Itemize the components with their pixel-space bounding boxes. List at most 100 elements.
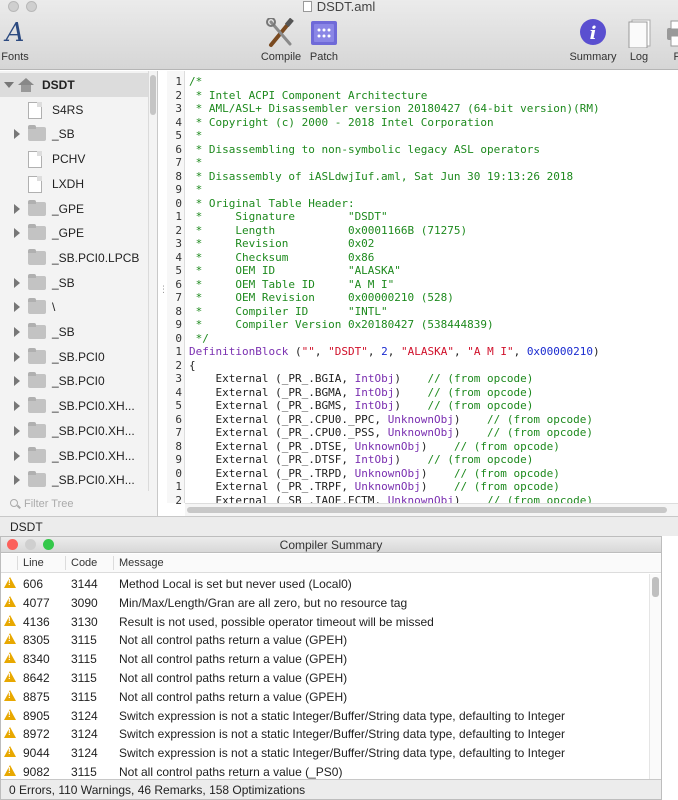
sidebar-item[interactable]: _SB [0,271,148,295]
summary-label: Summary [569,51,617,63]
disclosure-right-icon[interactable] [14,401,20,412]
search-icon [10,499,18,507]
summary-row[interactable]: 9044 3124 Switch expression is not a stati… [1,743,649,762]
summary-row[interactable]: 8642 3115 Not all control paths return a v… [1,668,649,687]
sidebar-item[interactable]: _SB.PCI0 [0,345,148,369]
sidebar-item-label: LXDH [52,176,85,191]
code-token: 0x00000210 [526,345,594,358]
summary-row[interactable]: 8905 3124 Switch expression is not a stati… [1,706,649,725]
code-editor[interactable]: 12345678901234567890123456789012 /* * In… [167,71,678,516]
summary-row[interactable]: 8340 3115 Not all control paths return a v… [1,649,649,668]
line-number-gutter: 12345678901234567890123456789012 [167,71,185,507]
column-divider[interactable] [65,556,66,570]
disclosure-right-icon[interactable] [14,376,20,387]
folder-icon [28,224,46,241]
code-line: */ [189,332,209,346]
summary-row[interactable]: 9082 3115 Not all control paths return a v… [1,762,649,779]
column-divider[interactable] [113,556,114,570]
summary-scroll-thumb[interactable] [652,577,659,597]
code-token: External (_PR_.CPU0._PSS, [189,426,388,439]
log-button[interactable]: Log [624,18,654,63]
summary-row[interactable]: 606 3144 Method Local is set but never use… [1,574,649,593]
filter-tree-field[interactable]: Filter Tree [10,498,146,512]
code-text-area[interactable]: /* * Intel ACPI Component Architecture *… [189,71,678,503]
sidebar-item-label: _SB.PCI0.XH... [52,399,135,414]
print-button[interactable]: Pr [664,18,678,63]
sidebar-item[interactable]: _SB.PCI0 [0,369,148,393]
sidebar-item[interactable]: _SB.PCI0.XH... [0,444,148,468]
disclosure-right-icon[interactable] [14,327,20,337]
sidebar-item[interactable]: _GPE [0,221,148,245]
sidebar-item[interactable]: \ [0,295,148,319]
disclosure-right-icon[interactable] [14,425,20,436]
disclosure-right-icon[interactable] [14,203,20,214]
disclosure-right-icon[interactable] [14,277,20,288]
summary-row[interactable]: 4077 3090 Min/Max/Length/Gran are all zero… [1,593,649,612]
summary-button[interactable]: i Summary [566,18,620,63]
sidebar-scrollbar[interactable] [148,71,157,491]
sidebar-scroll-thumb[interactable] [150,75,156,115]
warning-icon [4,727,16,739]
summary-row[interactable]: 8305 3115 Not all control paths return a v… [1,630,649,649]
sidebar-item[interactable]: _SB.PCI0.XH... [0,394,148,418]
code-line: External (_PR_.TRPF, UnknownObj) // (fro… [189,480,559,494]
disclosure-right-icon[interactable] [14,228,20,239]
sidebar-item[interactable]: _SB [0,320,148,344]
printer-icon [664,18,678,48]
summary-cell-code: 3090 [71,595,98,610]
sidebar-item[interactable]: _SB.PCI0.XH... [0,468,148,491]
summary-cell-message: Min/Max/Length/Gran are all zero, but no… [119,595,408,610]
column-divider[interactable] [17,556,18,570]
code-token: * Original Table Header: [189,196,355,210]
code-line: External (_PR_.DTSE, UnknownObj) // (fro… [189,440,559,454]
patch-button[interactable]: Patch [306,18,342,63]
sidebar-item[interactable]: DSDT [0,73,148,97]
fonts-button[interactable]: A Fonts [0,18,30,63]
line-number: 6 [175,412,182,426]
summary-cell-line: 8305 [23,633,50,648]
document-icon [28,101,42,119]
disclosure-right-icon[interactable] [14,475,20,486]
summary-cell-code: 3115 [71,765,97,779]
code-line: * AML/ASL+ Disassembler version 20180427… [189,102,600,116]
sidebar-item-label: _GPE [52,201,85,216]
code-token: , [513,345,527,358]
sidebar-item[interactable]: LXDH [0,172,148,196]
editor-scroll-thumb[interactable] [187,507,667,513]
code-line: /* [189,75,202,89]
column-header-line[interactable]: Line [23,557,44,569]
splitter-handle[interactable]: ⋮ [159,285,168,294]
sidebar-item[interactable]: _SB [0,122,148,146]
sidebar-item[interactable]: PCHV [0,147,148,171]
document-icon [28,175,42,193]
sidebar-item[interactable]: _SB.PCI0.LPCB [0,246,148,270]
summary-row[interactable]: 8875 3115 Not all control paths return a v… [1,687,649,706]
code-token: 2 [381,345,388,358]
code-token: ) [394,385,428,399]
code-token: External (_PR_.BGMA, [189,385,355,399]
disclosure-right-icon[interactable] [14,129,20,140]
warning-icon [4,577,16,588]
summary-scrollbar[interactable] [649,574,661,779]
editor-horizontal-scrollbar[interactable] [185,503,678,516]
sidebar-item[interactable]: _GPE [0,197,148,221]
code-token: External (_PR_.BGMS, [189,399,355,412]
summary-row[interactable]: 4136 3130 Result is not used, possible ope… [1,612,649,631]
column-header-message[interactable]: Message [119,557,164,569]
column-header-code[interactable]: Code [71,557,97,569]
disclosure-down-icon[interactable] [4,82,14,88]
code-token: , [387,345,401,358]
summary-cell-line: 8875 [23,689,50,704]
disclosure-right-icon[interactable] [14,351,20,362]
summary-cell-line: 8972 [23,727,50,742]
sidebar-item-label: PCHV [52,152,86,167]
sidebar-item-label: _SB.PCI0.LPCB [52,250,140,265]
disclosure-right-icon[interactable] [14,302,20,313]
sidebar-item[interactable]: S4RS [0,98,148,122]
code-token: ) [394,372,428,385]
summary-row[interactable]: 8972 3124 Switch expression is not a stati… [1,724,649,743]
sidebar-item[interactable]: _SB.PCI0.XH... [0,419,148,443]
compile-button[interactable]: Compile [258,17,304,63]
disclosure-right-icon[interactable] [14,450,20,461]
line-number: 6 [175,277,182,291]
